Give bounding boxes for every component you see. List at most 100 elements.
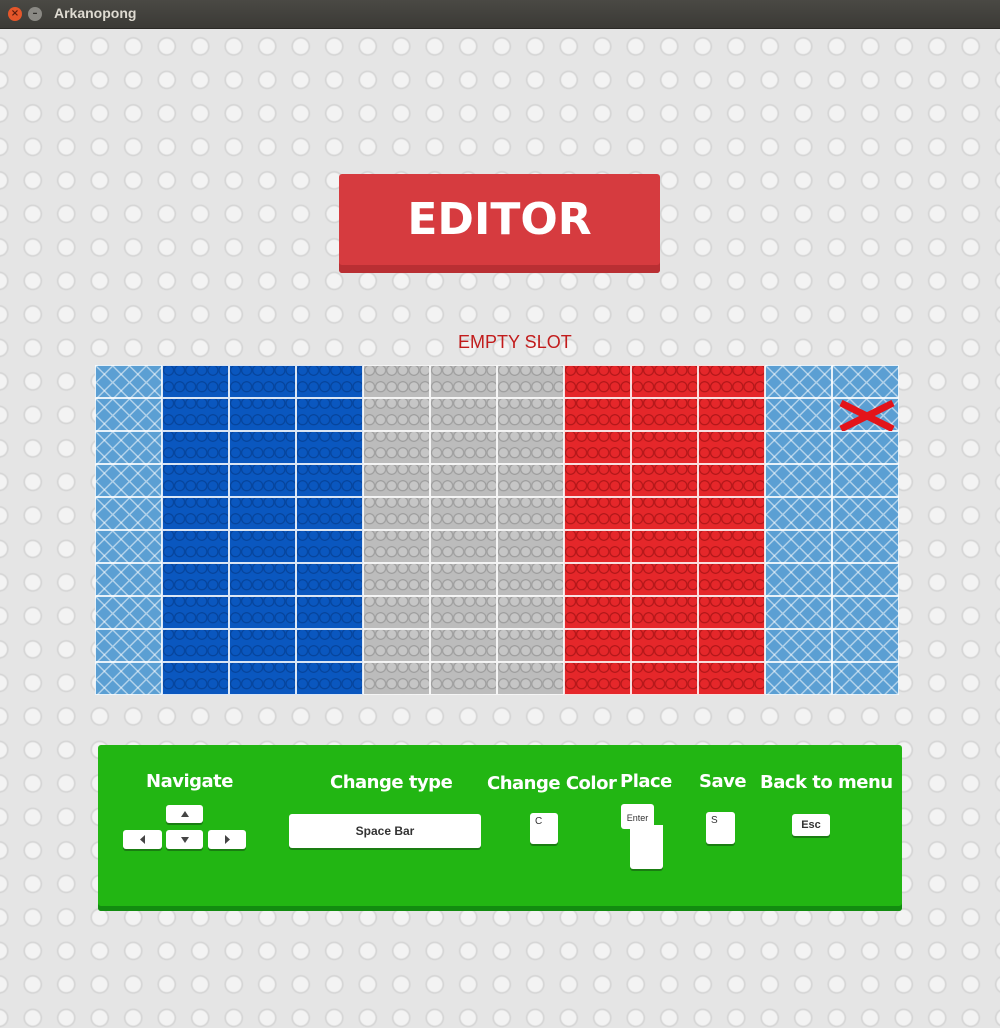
gray-brick-cell[interactable]: [363, 530, 430, 563]
red-brick-cell[interactable]: [631, 398, 698, 431]
empty-slot-cell[interactable]: [95, 431, 162, 464]
gray-brick-cell[interactable]: [363, 464, 430, 497]
gray-brick-cell[interactable]: [497, 629, 564, 662]
gray-brick-cell[interactable]: [363, 662, 430, 695]
gray-brick-cell[interactable]: [497, 530, 564, 563]
blue-brick-cell[interactable]: [162, 629, 229, 662]
blue-brick-cell[interactable]: [229, 398, 296, 431]
gray-brick-cell[interactable]: [363, 365, 430, 398]
empty-slot-cell[interactable]: [765, 464, 832, 497]
empty-slot-cell[interactable]: [832, 497, 899, 530]
red-brick-cell[interactable]: [631, 596, 698, 629]
empty-slot-cell[interactable]: [832, 365, 899, 398]
red-brick-cell[interactable]: [698, 464, 765, 497]
gray-brick-cell[interactable]: [430, 530, 497, 563]
blue-brick-cell[interactable]: [229, 596, 296, 629]
empty-slot-cell[interactable]: [95, 662, 162, 695]
red-brick-cell[interactable]: [564, 497, 631, 530]
empty-slot-cell[interactable]: [765, 497, 832, 530]
empty-slot-cell[interactable]: [832, 563, 899, 596]
red-brick-cell[interactable]: [631, 365, 698, 398]
red-brick-cell[interactable]: [698, 629, 765, 662]
red-brick-cell[interactable]: [631, 662, 698, 695]
blue-brick-cell[interactable]: [162, 431, 229, 464]
blue-brick-cell[interactable]: [229, 662, 296, 695]
empty-slot-cell[interactable]: [95, 563, 162, 596]
level-grid[interactable]: [95, 365, 899, 695]
empty-slot-cell[interactable]: [95, 596, 162, 629]
red-brick-cell[interactable]: [631, 530, 698, 563]
blue-brick-cell[interactable]: [296, 530, 363, 563]
gray-brick-cell[interactable]: [363, 596, 430, 629]
red-brick-cell[interactable]: [564, 431, 631, 464]
blue-brick-cell[interactable]: [296, 629, 363, 662]
empty-slot-cell[interactable]: [95, 530, 162, 563]
gray-brick-cell[interactable]: [430, 398, 497, 431]
blue-brick-cell[interactable]: [296, 497, 363, 530]
gray-brick-cell[interactable]: [363, 629, 430, 662]
empty-slot-cell[interactable]: [765, 596, 832, 629]
empty-slot-cell[interactable]: [832, 530, 899, 563]
red-brick-cell[interactable]: [631, 464, 698, 497]
blue-brick-cell[interactable]: [296, 431, 363, 464]
blue-brick-cell[interactable]: [229, 464, 296, 497]
red-brick-cell[interactable]: [631, 563, 698, 596]
gray-brick-cell[interactable]: [363, 431, 430, 464]
empty-slot-cell[interactable]: [95, 629, 162, 662]
empty-slot-cell[interactable]: [95, 497, 162, 530]
blue-brick-cell[interactable]: [229, 365, 296, 398]
gray-brick-cell[interactable]: [497, 365, 564, 398]
blue-brick-cell[interactable]: [296, 596, 363, 629]
gray-brick-cell[interactable]: [497, 464, 564, 497]
empty-slot-cell[interactable]: [832, 629, 899, 662]
blue-brick-cell[interactable]: [162, 662, 229, 695]
gray-brick-cell[interactable]: [497, 662, 564, 695]
empty-slot-cell[interactable]: [765, 563, 832, 596]
red-brick-cell[interactable]: [564, 530, 631, 563]
gray-brick-cell[interactable]: [363, 497, 430, 530]
blue-brick-cell[interactable]: [162, 596, 229, 629]
red-brick-cell[interactable]: [564, 464, 631, 497]
red-brick-cell[interactable]: [564, 398, 631, 431]
gray-brick-cell[interactable]: [430, 464, 497, 497]
empty-slot-cell[interactable]: [765, 629, 832, 662]
gray-brick-cell[interactable]: [497, 596, 564, 629]
red-brick-cell[interactable]: [564, 563, 631, 596]
blue-brick-cell[interactable]: [229, 563, 296, 596]
close-icon[interactable]: ×: [8, 7, 22, 21]
blue-brick-cell[interactable]: [229, 431, 296, 464]
blue-brick-cell[interactable]: [296, 464, 363, 497]
red-brick-cell[interactable]: [698, 365, 765, 398]
empty-slot-cell[interactable]: [765, 365, 832, 398]
red-brick-cell[interactable]: [698, 530, 765, 563]
gray-brick-cell[interactable]: [430, 563, 497, 596]
blue-brick-cell[interactable]: [296, 398, 363, 431]
red-brick-cell[interactable]: [564, 365, 631, 398]
empty-slot-cell[interactable]: [832, 596, 899, 629]
blue-brick-cell[interactable]: [162, 530, 229, 563]
red-brick-cell[interactable]: [564, 629, 631, 662]
blue-brick-cell[interactable]: [162, 398, 229, 431]
gray-brick-cell[interactable]: [430, 365, 497, 398]
empty-slot-cell[interactable]: [832, 398, 899, 432]
gray-brick-cell[interactable]: [363, 563, 430, 596]
blue-brick-cell[interactable]: [296, 365, 363, 398]
red-brick-cell[interactable]: [631, 629, 698, 662]
gray-brick-cell[interactable]: [497, 431, 564, 464]
gray-brick-cell[interactable]: [430, 629, 497, 662]
red-brick-cell[interactable]: [698, 662, 765, 695]
empty-slot-cell[interactable]: [95, 398, 162, 431]
gray-brick-cell[interactable]: [497, 398, 564, 431]
empty-slot-cell[interactable]: [95, 365, 162, 398]
red-brick-cell[interactable]: [698, 497, 765, 530]
blue-brick-cell[interactable]: [229, 497, 296, 530]
blue-brick-cell[interactable]: [162, 464, 229, 497]
red-brick-cell[interactable]: [631, 431, 698, 464]
empty-slot-cell[interactable]: [832, 464, 899, 497]
empty-slot-cell[interactable]: [95, 464, 162, 497]
red-brick-cell[interactable]: [631, 497, 698, 530]
minimize-icon[interactable]: –: [28, 7, 42, 21]
red-brick-cell[interactable]: [698, 596, 765, 629]
blue-brick-cell[interactable]: [229, 530, 296, 563]
gray-brick-cell[interactable]: [430, 596, 497, 629]
